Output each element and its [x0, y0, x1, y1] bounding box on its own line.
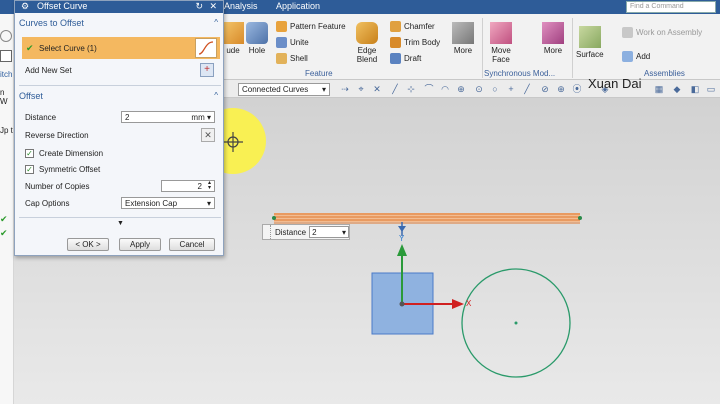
- chevron-up-icon: ^: [214, 18, 218, 27]
- reverse-direction-label: Reverse Direction: [25, 131, 89, 140]
- chevron-up-icon: ^: [214, 91, 218, 100]
- curve-selector-icon[interactable]: [195, 38, 217, 58]
- drag-handle-icon[interactable]: [263, 225, 271, 239]
- offset-curves[interactable]: [272, 213, 582, 224]
- reverse-direction-icon[interactable]: ✕: [201, 128, 215, 142]
- symmetric-offset-label: Symmetric Offset: [39, 165, 101, 174]
- dialog-title: Offset Curve: [37, 1, 88, 11]
- watermark-text: Xuan Dai: [588, 76, 642, 91]
- cancel-button[interactable]: Cancel: [169, 238, 215, 251]
- distance-screen-field[interactable]: 2 ▾: [309, 226, 349, 238]
- number-of-copies-label: Number of Copies: [25, 182, 90, 191]
- apply-button[interactable]: Apply: [119, 238, 161, 251]
- create-dimension-checkbox[interactable]: ✓: [25, 149, 34, 158]
- symmetric-offset-checkbox[interactable]: ✓: [25, 165, 34, 174]
- section-offset[interactable]: Offset ^: [19, 91, 221, 103]
- chevron-down-icon: ▾: [206, 112, 211, 122]
- chevron-down-icon: ▾: [206, 198, 211, 208]
- cursor-icon: [223, 132, 243, 152]
- divider: [19, 85, 221, 86]
- checkmark-icon: ✔: [26, 43, 34, 53]
- expand-more-icon[interactable]: ▼: [117, 220, 124, 227]
- ok-button[interactable]: < OK >: [67, 238, 109, 251]
- reset-icon[interactable]: ↻: [195, 1, 203, 12]
- close-icon[interactable]: ✕: [209, 1, 217, 12]
- distance-label: Distance: [25, 113, 57, 122]
- number-of-copies-stepper[interactable]: 2 ▴ ▾: [161, 180, 215, 192]
- cap-options-dropdown[interactable]: Extension Cap ▾: [121, 197, 215, 209]
- divider: [19, 217, 221, 218]
- distance-screen-input: Distance 2 ▾: [262, 224, 350, 240]
- cap-options-label: Cap Options: [25, 199, 70, 208]
- add-new-set-label: Add New Set: [25, 66, 72, 75]
- offset-curve-dialog: Offset Curve ⚙ ↻ ✕ Curves to Offset ^ ✔ S…: [14, 0, 224, 256]
- gear-icon[interactable]: ⚙: [21, 1, 29, 12]
- create-dimension-label: Create Dimension: [39, 149, 104, 158]
- circle-center-point: [514, 321, 518, 325]
- nx-window: Analysis Application Find a Command ude …: [0, 0, 720, 404]
- chevron-down-icon: ▾: [341, 227, 346, 237]
- distance-input[interactable]: 2 mm ▾: [121, 111, 215, 123]
- dialog-title-bar[interactable]: Offset Curve ⚙ ↻ ✕: [15, 1, 223, 13]
- select-curve-label: Select Curve (1): [39, 44, 97, 53]
- spinner-icon[interactable]: ▴ ▾: [208, 180, 211, 191]
- axis-x-label: X: [466, 299, 472, 308]
- section-curves-to-offset[interactable]: Curves to Offset ^: [19, 18, 221, 30]
- add-new-set-icon[interactable]: +: [200, 63, 214, 77]
- axis-y-label: Y: [399, 234, 405, 243]
